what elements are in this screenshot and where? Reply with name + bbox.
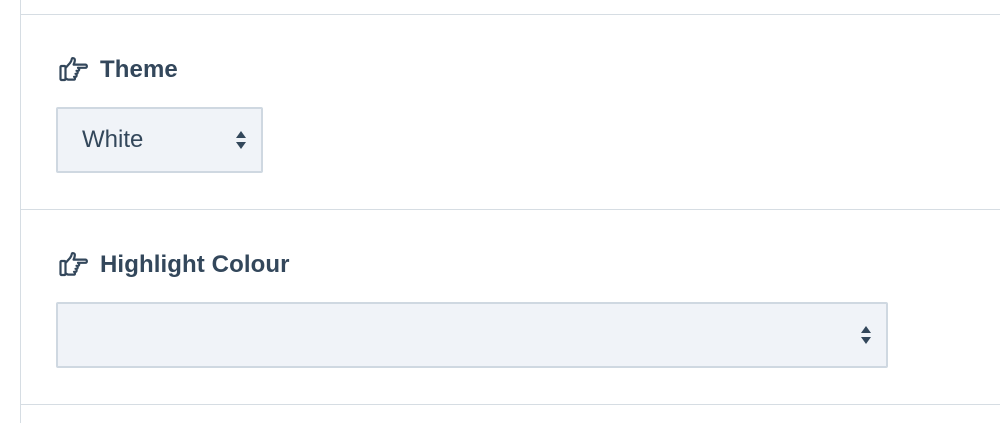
section-divider	[21, 209, 1000, 210]
settings-panel: Theme White Highlight Colour	[0, 0, 1000, 423]
highlight-colour-label: Highlight Colour	[100, 251, 290, 278]
section-divider	[21, 404, 1000, 405]
section-divider	[21, 14, 1000, 15]
pointing-hand-icon	[59, 251, 89, 279]
highlight-colour-select[interactable]	[56, 302, 888, 368]
sort-arrows-icon	[235, 129, 247, 151]
highlight-label-row: Highlight Colour	[56, 248, 888, 282]
theme-select[interactable]: White	[56, 107, 263, 173]
pointing-hand-icon	[59, 56, 89, 84]
theme-select-value: White	[82, 126, 144, 153]
theme-label: Theme	[100, 56, 178, 83]
theme-section: Theme White	[56, 53, 263, 173]
left-divider	[20, 0, 21, 423]
highlight-colour-section: Highlight Colour	[56, 248, 888, 368]
theme-label-row: Theme	[56, 53, 263, 87]
sort-arrows-icon	[860, 324, 872, 346]
